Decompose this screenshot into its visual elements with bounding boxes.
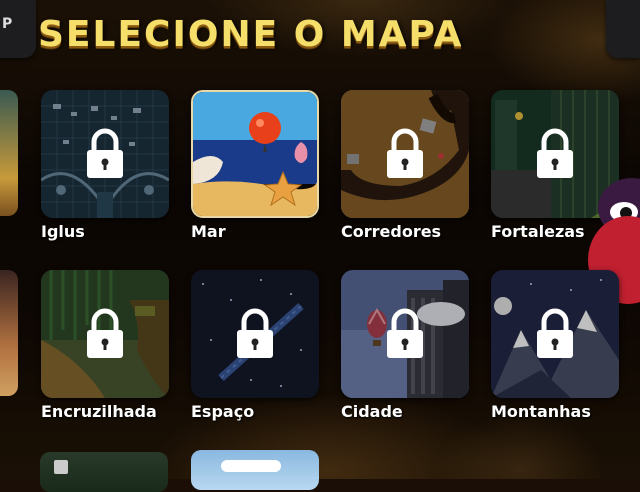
back-button-glyph: P <box>2 16 13 32</box>
map-label-montanhas: Montanhas <box>491 402 591 421</box>
map-tile-cidade[interactable] <box>341 270 469 398</box>
lock-icon <box>87 308 123 358</box>
map-tile-iglus[interactable] <box>41 90 169 218</box>
map-tile-partial-left-2[interactable] <box>0 270 18 396</box>
map-label-mar: Mar <box>191 222 226 241</box>
page-title: SELECIONE O MAPA <box>38 14 464 55</box>
map-tile-partial-left-1[interactable] <box>0 90 18 216</box>
map-label-fortalezas: Fortalezas <box>491 222 585 241</box>
map-label-espaco: Espaço <box>191 402 255 421</box>
map-tile-mar[interactable] <box>191 90 319 218</box>
lock-icon <box>387 308 423 358</box>
map-label-iglus: Iglus <box>41 222 85 241</box>
cloud-icon <box>221 460 281 472</box>
mar-thumbnail <box>193 92 317 216</box>
key-icon <box>54 460 68 474</box>
map-tile-partial-bottom-1[interactable] <box>40 452 168 492</box>
map-tile-encruzilhada[interactable] <box>41 270 169 398</box>
map-label-cidade: Cidade <box>341 402 403 421</box>
map-tile-espaco[interactable] <box>191 270 319 398</box>
lock-icon <box>387 128 423 178</box>
lock-icon <box>237 308 273 358</box>
lock-icon <box>537 128 573 178</box>
corner-right-button[interactable] <box>606 0 640 58</box>
map-tile-corredores[interactable] <box>341 90 469 218</box>
map-label-corredores: Corredores <box>341 222 442 241</box>
map-tile-partial-bottom-2[interactable] <box>191 450 319 490</box>
map-tile-montanhas[interactable] <box>491 270 619 398</box>
lock-icon <box>537 308 573 358</box>
map-label-encruzilhada: Encruzilhada <box>41 402 157 421</box>
lock-icon <box>87 128 123 178</box>
back-button[interactable]: P <box>0 0 36 58</box>
